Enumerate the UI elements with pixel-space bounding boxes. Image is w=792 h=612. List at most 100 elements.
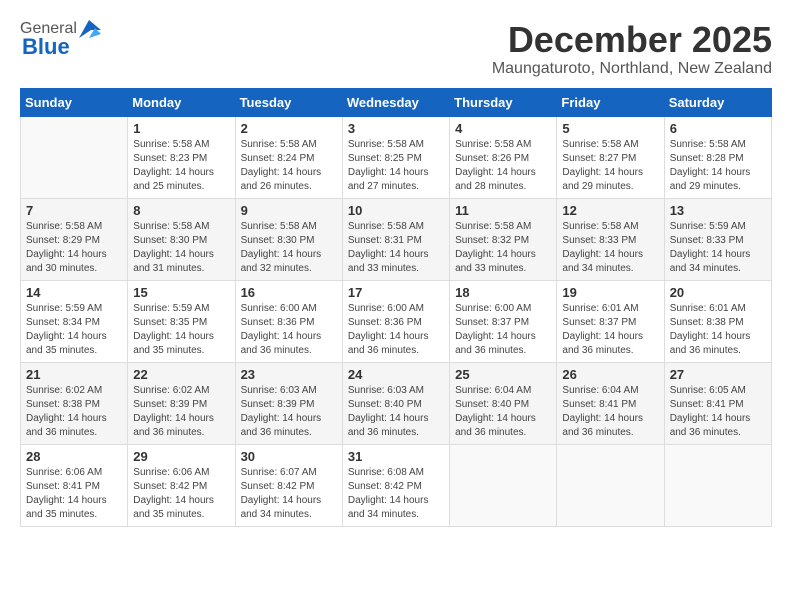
weekday-header: Wednesday bbox=[342, 88, 449, 116]
day-number: 28 bbox=[26, 449, 122, 464]
day-number: 22 bbox=[133, 367, 229, 382]
day-info: Sunrise: 6:00 AMSunset: 8:36 PMDaylight:… bbox=[348, 302, 444, 358]
weekday-header: Sunday bbox=[21, 88, 128, 116]
calendar-cell: 7 Sunrise: 5:58 AMSunset: 8:29 PMDaylight… bbox=[21, 198, 128, 280]
day-number: 20 bbox=[670, 285, 766, 300]
day-number: 27 bbox=[670, 367, 766, 382]
month-title: December 2025 bbox=[492, 20, 772, 60]
day-info: Sunrise: 6:08 AMSunset: 8:42 PMDaylight:… bbox=[348, 466, 444, 522]
calendar-cell: 13Sunrise: 5:59 AMSunset: 8:33 PMDayligh… bbox=[664, 198, 771, 280]
day-number: 18 bbox=[455, 285, 551, 300]
calendar-cell: 19 Sunrise: 6:01 AMSunset: 8:37 PMDayligh… bbox=[557, 280, 664, 362]
calendar-cell: 9 Sunrise: 5:58 AMSunset: 8:30 PMDaylight… bbox=[235, 198, 342, 280]
calendar-cell: 2Sunrise: 5:58 AMSunset: 8:24 PMDaylight… bbox=[235, 116, 342, 198]
day-info: Sunrise: 6:01 AMSunset: 8:38 PMDaylight:… bbox=[670, 302, 766, 358]
calendar-table: SundayMondayTuesdayWednesdayThursdayFrid… bbox=[20, 88, 772, 527]
calendar-cell: 18 Sunrise: 6:00 AMSunset: 8:37 PMDayligh… bbox=[450, 280, 557, 362]
day-number: 31 bbox=[348, 449, 444, 464]
calendar-cell: 4Sunrise: 5:58 AMSunset: 8:26 PMDaylight… bbox=[450, 116, 557, 198]
day-number: 5 bbox=[562, 121, 658, 136]
day-number: 16 bbox=[241, 285, 337, 300]
day-number: 24 bbox=[348, 367, 444, 382]
day-number: 29 bbox=[133, 449, 229, 464]
day-info: Sunrise: 5:58 AMSunset: 8:32 PMDaylight:… bbox=[455, 220, 551, 276]
day-number: 2 bbox=[241, 121, 337, 136]
weekday-header: Tuesday bbox=[235, 88, 342, 116]
calendar-cell: 3 Sunrise: 5:58 AMSunset: 8:25 PMDaylight… bbox=[342, 116, 449, 198]
day-info: Sunrise: 6:06 AMSunset: 8:42 PMDaylight:… bbox=[133, 466, 229, 522]
calendar-cell: 12 Sunrise: 5:58 AMSunset: 8:33 PMDayligh… bbox=[557, 198, 664, 280]
day-info: Sunrise: 5:58 AMSunset: 8:23 PMDaylight:… bbox=[133, 138, 229, 194]
day-number: 15 bbox=[133, 285, 229, 300]
day-number: 19 bbox=[562, 285, 658, 300]
calendar-cell bbox=[664, 444, 771, 526]
day-number: 21 bbox=[26, 367, 122, 382]
day-number: 7 bbox=[26, 203, 122, 218]
logo-blue-text: Blue bbox=[22, 34, 70, 60]
day-number: 1 bbox=[133, 121, 229, 136]
day-number: 11 bbox=[455, 203, 551, 218]
calendar-cell bbox=[450, 444, 557, 526]
day-info: Sunrise: 5:59 AMSunset: 8:33 PMDaylight:… bbox=[670, 220, 766, 276]
day-info: Sunrise: 6:01 AMSunset: 8:37 PMDaylight:… bbox=[562, 302, 658, 358]
day-info: Sunrise: 6:02 AMSunset: 8:39 PMDaylight:… bbox=[133, 384, 229, 440]
day-info: Sunrise: 6:05 AMSunset: 8:41 PMDaylight:… bbox=[670, 384, 766, 440]
day-info: Sunrise: 5:58 AMSunset: 8:31 PMDaylight:… bbox=[348, 220, 444, 276]
calendar-week-row: 21Sunrise: 6:02 AMSunset: 8:38 PMDayligh… bbox=[21, 362, 772, 444]
day-number: 30 bbox=[241, 449, 337, 464]
calendar-cell bbox=[557, 444, 664, 526]
day-info: Sunrise: 5:58 AMSunset: 8:28 PMDaylight:… bbox=[670, 138, 766, 194]
day-number: 6 bbox=[670, 121, 766, 136]
day-info: Sunrise: 5:58 AMSunset: 8:30 PMDaylight:… bbox=[133, 220, 229, 276]
title-block: December 2025 Maungaturoto, Northland, N… bbox=[492, 20, 772, 78]
day-info: Sunrise: 5:59 AMSunset: 8:35 PMDaylight:… bbox=[133, 302, 229, 358]
day-number: 26 bbox=[562, 367, 658, 382]
day-info: Sunrise: 6:00 AMSunset: 8:37 PMDaylight:… bbox=[455, 302, 551, 358]
day-info: Sunrise: 5:58 AMSunset: 8:25 PMDaylight:… bbox=[348, 138, 444, 194]
calendar-header-row: SundayMondayTuesdayWednesdayThursdayFrid… bbox=[21, 88, 772, 116]
calendar-cell: 11 Sunrise: 5:58 AMSunset: 8:32 PMDayligh… bbox=[450, 198, 557, 280]
calendar-cell: 29 Sunrise: 6:06 AMSunset: 8:42 PMDayligh… bbox=[128, 444, 235, 526]
day-number: 10 bbox=[348, 203, 444, 218]
day-info: Sunrise: 6:03 AMSunset: 8:39 PMDaylight:… bbox=[241, 384, 337, 440]
day-number: 12 bbox=[562, 203, 658, 218]
logo-bird-icon bbox=[79, 20, 101, 38]
calendar-cell: 10 Sunrise: 5:58 AMSunset: 8:31 PMDayligh… bbox=[342, 198, 449, 280]
weekday-header: Saturday bbox=[664, 88, 771, 116]
day-info: Sunrise: 5:58 AMSunset: 8:29 PMDaylight:… bbox=[26, 220, 122, 276]
day-info: Sunrise: 6:07 AMSunset: 8:42 PMDaylight:… bbox=[241, 466, 337, 522]
location-title: Maungaturoto, Northland, New Zealand bbox=[492, 60, 772, 78]
day-info: Sunrise: 6:03 AMSunset: 8:40 PMDaylight:… bbox=[348, 384, 444, 440]
calendar-cell: 14Sunrise: 5:59 AMSunset: 8:34 PMDayligh… bbox=[21, 280, 128, 362]
calendar-cell: 6 Sunrise: 5:58 AMSunset: 8:28 PMDaylight… bbox=[664, 116, 771, 198]
day-info: Sunrise: 6:00 AMSunset: 8:36 PMDaylight:… bbox=[241, 302, 337, 358]
calendar-week-row: 14Sunrise: 5:59 AMSunset: 8:34 PMDayligh… bbox=[21, 280, 772, 362]
calendar-week-row: 1 Sunrise: 5:58 AMSunset: 8:23 PMDaylight… bbox=[21, 116, 772, 198]
logo: General Blue bbox=[20, 20, 103, 60]
calendar-cell: 21Sunrise: 6:02 AMSunset: 8:38 PMDayligh… bbox=[21, 362, 128, 444]
calendar-week-row: 28 Sunrise: 6:06 AMSunset: 8:41 PMDayligh… bbox=[21, 444, 772, 526]
calendar-cell: 25Sunrise: 6:04 AMSunset: 8:40 PMDayligh… bbox=[450, 362, 557, 444]
calendar-cell: 16 Sunrise: 6:00 AMSunset: 8:36 PMDayligh… bbox=[235, 280, 342, 362]
calendar-cell: 26 Sunrise: 6:04 AMSunset: 8:41 PMDayligh… bbox=[557, 362, 664, 444]
weekday-header: Thursday bbox=[450, 88, 557, 116]
calendar-week-row: 7 Sunrise: 5:58 AMSunset: 8:29 PMDaylight… bbox=[21, 198, 772, 280]
calendar-cell: 20 Sunrise: 6:01 AMSunset: 8:38 PMDayligh… bbox=[664, 280, 771, 362]
calendar-cell: 31 Sunrise: 6:08 AMSunset: 8:42 PMDayligh… bbox=[342, 444, 449, 526]
day-info: Sunrise: 5:58 AMSunset: 8:33 PMDaylight:… bbox=[562, 220, 658, 276]
day-number: 25 bbox=[455, 367, 551, 382]
calendar-cell bbox=[21, 116, 128, 198]
day-number: 3 bbox=[348, 121, 444, 136]
day-info: Sunrise: 6:06 AMSunset: 8:41 PMDaylight:… bbox=[26, 466, 122, 522]
day-info: Sunrise: 5:58 AMSunset: 8:30 PMDaylight:… bbox=[241, 220, 337, 276]
page-header: General Blue December 2025 Maungaturoto,… bbox=[20, 20, 772, 78]
day-number: 23 bbox=[241, 367, 337, 382]
day-number: 9 bbox=[241, 203, 337, 218]
calendar-cell: 17 Sunrise: 6:00 AMSunset: 8:36 PMDayligh… bbox=[342, 280, 449, 362]
calendar-cell: 5Sunrise: 5:58 AMSunset: 8:27 PMDaylight… bbox=[557, 116, 664, 198]
calendar-cell: 30 Sunrise: 6:07 AMSunset: 8:42 PMDayligh… bbox=[235, 444, 342, 526]
calendar-cell: 27 Sunrise: 6:05 AMSunset: 8:41 PMDayligh… bbox=[664, 362, 771, 444]
day-number: 17 bbox=[348, 285, 444, 300]
calendar-cell: 24 Sunrise: 6:03 AMSunset: 8:40 PMDayligh… bbox=[342, 362, 449, 444]
day-info: Sunrise: 6:04 AMSunset: 8:41 PMDaylight:… bbox=[562, 384, 658, 440]
